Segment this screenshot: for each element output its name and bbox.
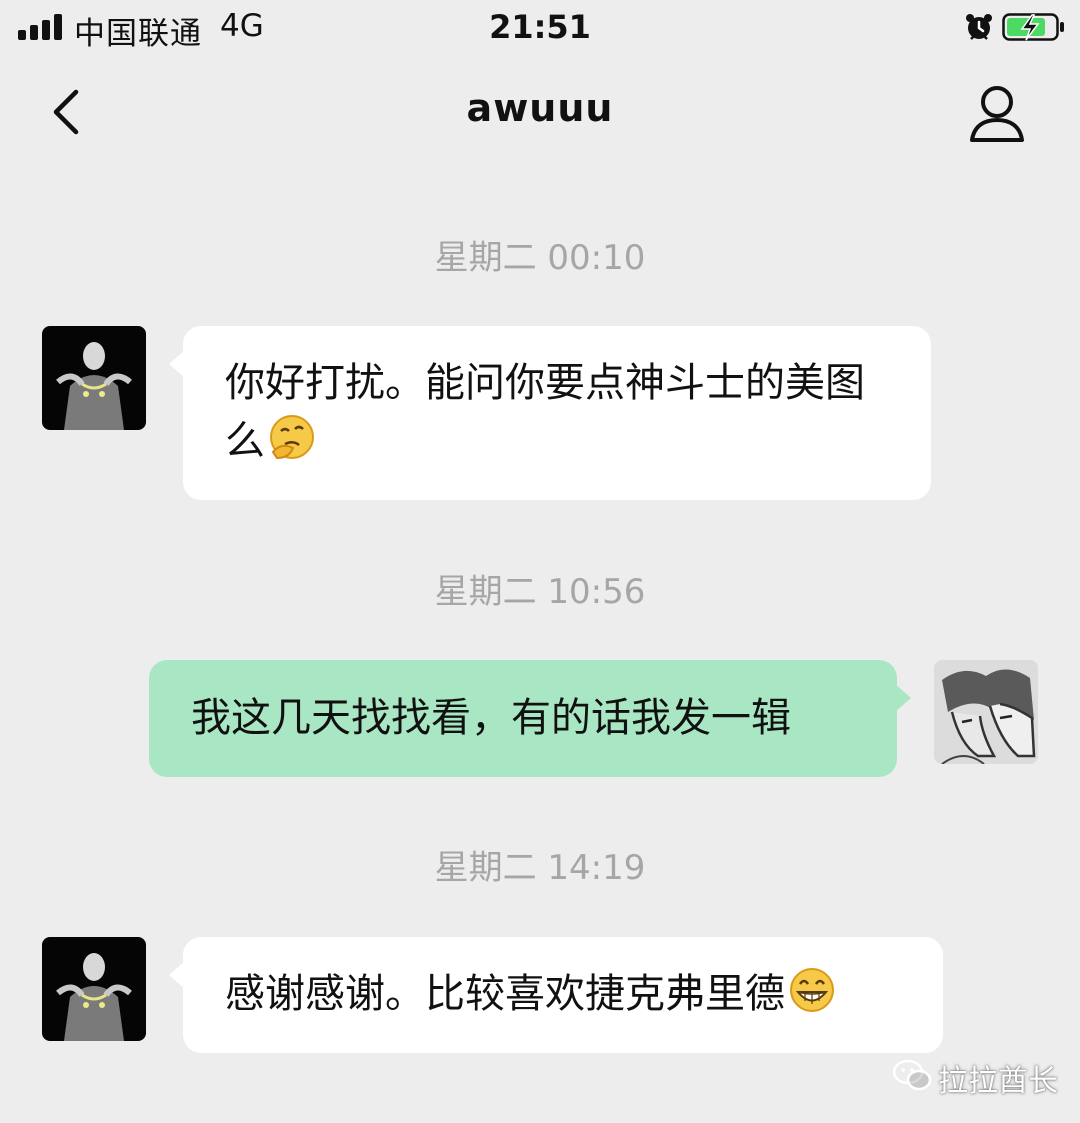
contact-avatar[interactable]: [42, 326, 146, 430]
my-avatar[interactable]: [934, 660, 1038, 764]
message-text: 你好打扰。能问你要点神斗士的美图么: [225, 360, 865, 464]
message-timestamp: 星期二 00:10: [434, 238, 646, 278]
thinking-face-emoji-icon: [270, 415, 314, 460]
chat-screen: 中国联通 4G 21:51 awuuu 星期二 00:10 你好打扰。能问你要点…: [0, 0, 1080, 1123]
message-bubble-incoming[interactable]: 你好打扰。能问你要点神斗士的美图么: [169, 326, 931, 500]
message-bubble-outgoing[interactable]: 我这几天找找看，有的话我发一辑: [149, 660, 911, 777]
watermark-text: 拉拉酋长: [938, 1064, 1058, 1099]
battery-charging-icon: [1002, 13, 1064, 41]
alarm-clock-icon: [966, 14, 992, 40]
message-text: 我这几天找找看，有的话我发一辑: [191, 695, 791, 741]
message-bubble-incoming[interactable]: 感谢感谢。比较喜欢捷克弗里德: [169, 937, 943, 1053]
grinning-face-emoji-icon: [790, 968, 834, 1012]
chat-title: awuuu: [466, 86, 614, 130]
status-time: 21:51: [489, 8, 591, 46]
message-text: 感谢感谢。比较喜欢捷克弗里德: [225, 971, 785, 1017]
contact-avatar[interactable]: [42, 937, 146, 1041]
person-icon[interactable]: [962, 78, 1032, 148]
wechat-logo-icon: [892, 1059, 932, 1091]
message-timestamp: 星期二 10:56: [434, 572, 646, 612]
nav-bar: awuuu: [0, 70, 1080, 154]
status-bar: 中国联通 4G 21:51: [0, 0, 1080, 56]
message-timestamp: 星期二 14:19: [434, 848, 646, 888]
